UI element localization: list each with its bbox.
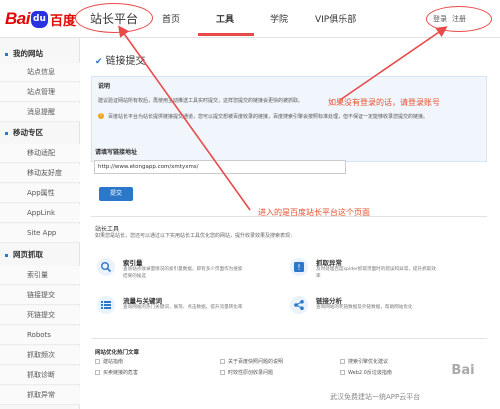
arrow-to-title (118, 25, 251, 211)
annotation-login-note: 如果没有登录的话，请登录账号 (328, 98, 440, 107)
watermark-logo: Bai (451, 363, 475, 378)
annotation-arrows (118, 25, 448, 211)
arrow-to-login (339, 26, 448, 101)
watermark-text: 武汉免费建站一统APP云平台 (330, 393, 421, 401)
annotation-page-note: 进入的是百度站长平台这个页面 (258, 208, 370, 217)
